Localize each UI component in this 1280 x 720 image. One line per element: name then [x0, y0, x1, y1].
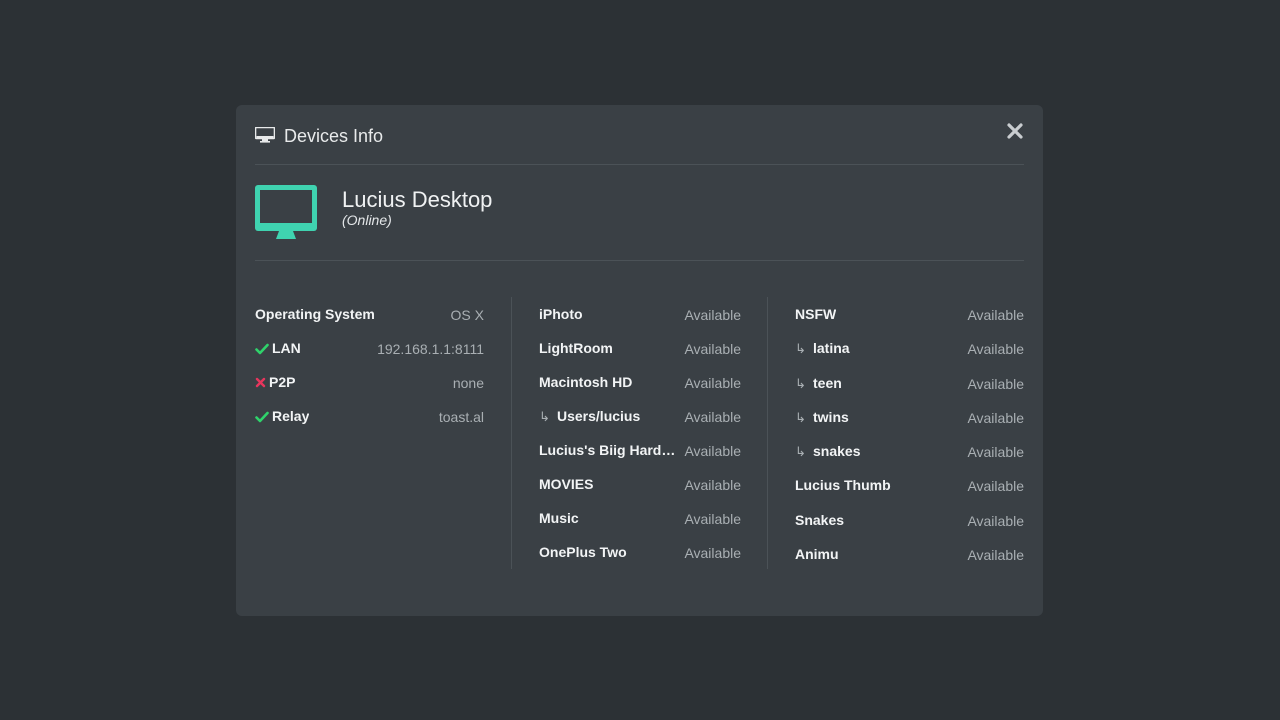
cross-icon [255, 377, 266, 388]
folder-name: latina [813, 340, 850, 357]
folder-status: Available [967, 444, 1024, 461]
folder-status: Available [684, 375, 741, 391]
system-info-list: Operating System OS X LAN 192.168.1.1:8111 P… [255, 297, 484, 433]
column-divider [511, 297, 512, 569]
folder-name: Macintosh HD [539, 374, 633, 390]
column-divider [767, 297, 768, 569]
folder-status: Available [684, 545, 741, 561]
folder-name: twins [813, 408, 849, 425]
folder-status: Available [967, 341, 1024, 358]
sub-folder-arrow-icon: ↳ [795, 444, 806, 460]
folder-name: Users/lucius [557, 408, 641, 424]
folder-row[interactable]: Snakes Available [795, 503, 1024, 537]
folders-list-right: NSFW Available ↳ latina Available ↳ teen Availa… [795, 297, 1024, 571]
device-name: Lucius Desktop [342, 187, 493, 212]
folder-row[interactable]: Music Available [539, 501, 741, 535]
system-row-value: none [452, 375, 484, 391]
folder-name: snakes [813, 443, 861, 460]
folder-status: Available [967, 307, 1024, 323]
modal-header: Devices Info [255, 105, 1024, 165]
folder-row[interactable]: iPhoto Available [539, 297, 741, 331]
folder-row[interactable]: LightRoom Available [539, 331, 741, 365]
folder-status: Available [967, 409, 1024, 426]
check-icon [255, 343, 269, 355]
folders-list-left: iPhoto Available LightRoom Available Macinto… [539, 297, 741, 569]
device-summary: Lucius Desktop (Online) [255, 165, 1024, 261]
folder-status: Available [967, 547, 1024, 564]
system-row-value: toast.al [438, 409, 484, 425]
folder-status: Available [684, 477, 741, 493]
folder-row[interactable]: Animu Available [795, 537, 1024, 571]
folder-name: LightRoom [539, 340, 613, 356]
folder-name: Animu [795, 546, 839, 563]
folder-name: teen [813, 374, 842, 391]
folder-status: Available [684, 341, 741, 357]
system-row-value: 192.168.1.1:8111 [377, 341, 484, 357]
folder-row[interactable]: MOVIES Available [539, 467, 741, 501]
sub-folder-arrow-icon: ↳ [795, 409, 806, 425]
folder-row[interactable]: ↳ twins Available [795, 400, 1024, 434]
close-icon[interactable] [1005, 121, 1025, 141]
folder-status: Available [684, 511, 741, 527]
folder-status: Available [684, 443, 741, 459]
folder-row[interactable]: ↳ snakes Available [795, 434, 1024, 468]
folder-status: Available [967, 512, 1024, 529]
desktop-computer-icon [255, 185, 317, 239]
check-icon [255, 411, 269, 423]
sub-folder-arrow-icon: ↳ [795, 341, 806, 357]
devices-info-modal: Devices Info Lucius Desktop (Online) Ope… [236, 105, 1043, 616]
system-row-label: LAN [272, 340, 301, 356]
folder-name: iPhoto [539, 306, 583, 322]
folder-row[interactable]: ↳ Users/lucius Available [539, 399, 741, 433]
folder-row[interactable]: Macintosh HD Available [539, 365, 741, 399]
folder-row[interactable]: NSFW Available [795, 297, 1024, 331]
device-status: (Online) [342, 212, 392, 228]
folder-row[interactable]: Lucius's Biig Hard… Available [539, 433, 741, 467]
system-row: LAN 192.168.1.1:8111 [255, 331, 484, 365]
sub-folder-arrow-icon: ↳ [539, 409, 550, 424]
monitor-icon [255, 127, 275, 143]
folder-status: Available [684, 307, 741, 323]
system-row-value: OS X [450, 307, 484, 323]
folder-row[interactable]: ↳ teen Available [795, 366, 1024, 400]
folder-row[interactable]: OnePlus Two Available [539, 535, 741, 569]
folder-name: OnePlus Two [539, 544, 627, 560]
system-row-label: Relay [272, 408, 310, 424]
folder-name: Lucius's Biig Hard… [539, 442, 676, 458]
system-row: Operating System OS X [255, 297, 484, 331]
system-row: Relay toast.al [255, 399, 484, 433]
folder-row[interactable]: ↳ latina Available [795, 331, 1024, 365]
folder-row[interactable]: Lucius Thumb Available [795, 468, 1024, 502]
folder-name: NSFW [795, 306, 837, 322]
folder-status: Available [967, 375, 1024, 392]
folder-name: Snakes [795, 511, 845, 528]
folder-status: Available [684, 409, 741, 425]
system-row-label: P2P [269, 374, 296, 390]
folder-name: Lucius Thumb [795, 477, 891, 494]
sub-folder-arrow-icon: ↳ [795, 375, 806, 391]
folder-name: MOVIES [539, 476, 594, 492]
folder-name: Music [539, 510, 579, 526]
system-row-label: Operating System [255, 306, 375, 322]
modal-title: Devices Info [284, 126, 384, 146]
system-row: P2P none [255, 365, 484, 399]
folder-status: Available [967, 478, 1024, 495]
